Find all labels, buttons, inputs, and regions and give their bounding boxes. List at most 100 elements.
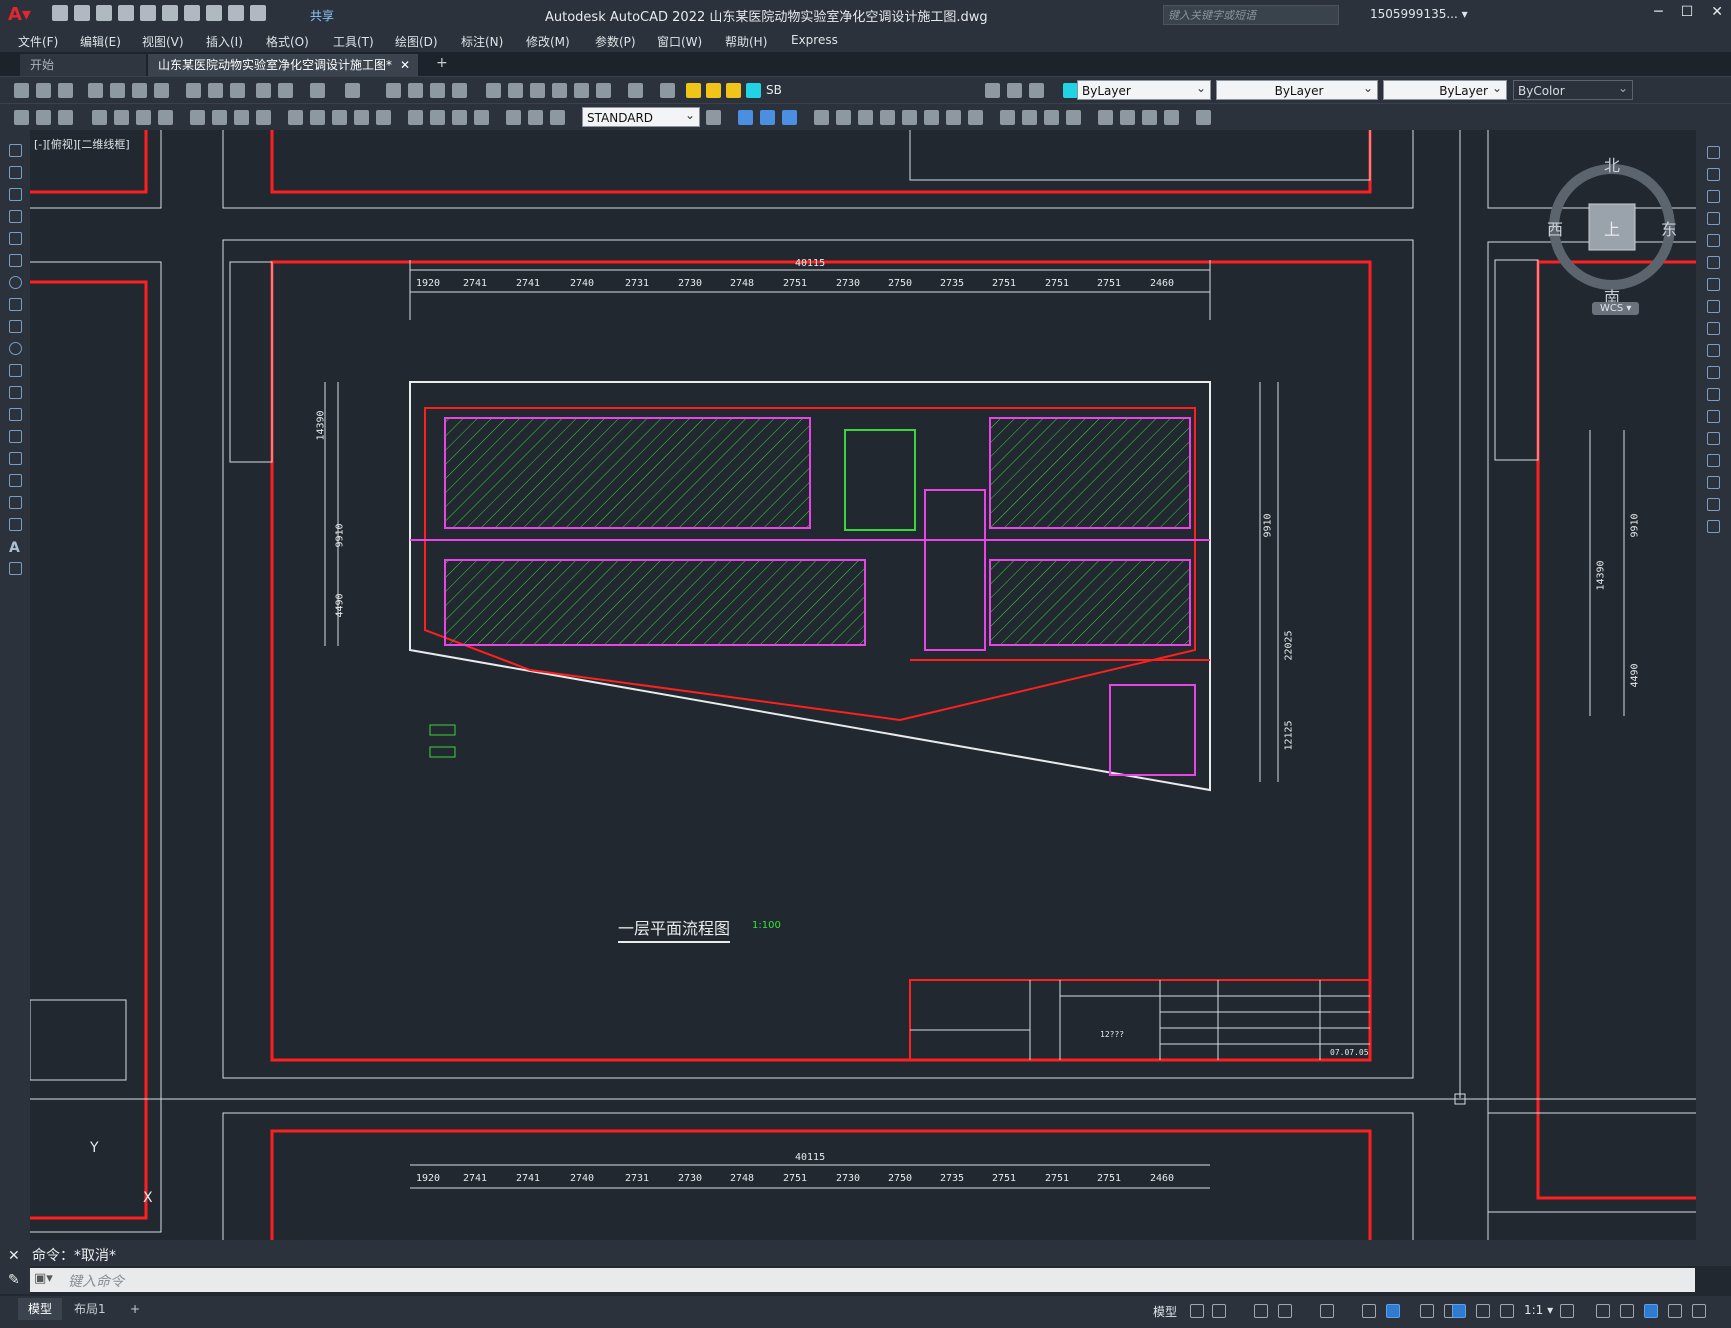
menu-file[interactable]: 文件(F) <box>18 33 58 50</box>
tolerance-icon[interactable] <box>408 110 423 125</box>
units-icon[interactable] <box>1620 1304 1634 1318</box>
maximize-icon[interactable]: ☐ <box>1681 4 1694 20</box>
undo-icon[interactable] <box>206 5 222 21</box>
linetype-dropdown[interactable]: ByLayer <box>1216 80 1378 100</box>
zoom-window-icon[interactable] <box>430 83 445 98</box>
dimension-text-edit-icon[interactable] <box>528 110 543 125</box>
fillet-icon[interactable] <box>1707 476 1720 489</box>
selection-cycling-icon[interactable] <box>1452 1304 1466 1318</box>
undo-icon[interactable] <box>310 83 325 98</box>
scale-icon[interactable] <box>1707 300 1720 313</box>
pan-icon[interactable] <box>386 83 401 98</box>
menu-help[interactable]: 帮助(H) <box>725 33 767 50</box>
section-icon[interactable] <box>1022 110 1037 125</box>
autocad-logo-icon[interactable]: A▾ <box>8 4 31 25</box>
view-cube-east[interactable]: 东 <box>1661 216 1677 240</box>
circle-icon[interactable] <box>9 276 22 289</box>
mirror-icon[interactable] <box>1707 190 1720 203</box>
blend-curves-icon[interactable] <box>1707 498 1720 511</box>
3d-move-icon[interactable] <box>814 110 829 125</box>
markup-icon[interactable] <box>574 83 589 98</box>
customize-status-icon[interactable] <box>1692 1304 1706 1318</box>
intersect-icon[interactable] <box>782 110 797 125</box>
drawing-canvas[interactable]: [-][俯视][二维线框] 40115 1920 2741 2741 2740 … <box>30 130 1696 1240</box>
polyline-icon[interactable] <box>9 188 22 201</box>
move-icon[interactable] <box>1707 256 1720 269</box>
view-cube-top[interactable]: 上 <box>1604 216 1620 240</box>
open-file-icon[interactable] <box>74 5 90 21</box>
dimension-edit-icon[interactable] <box>506 110 521 125</box>
model-space-toggle[interactable]: 模型 <box>1153 1303 1177 1320</box>
3d-rotate-icon[interactable] <box>836 110 851 125</box>
quick-properties-icon[interactable] <box>1644 1304 1658 1318</box>
table-icon[interactable] <box>9 518 22 531</box>
diameter-dimension-icon[interactable] <box>234 110 249 125</box>
break-icon[interactable] <box>1707 410 1720 423</box>
annotation-visibility-icon[interactable] <box>1476 1304 1490 1318</box>
make-block-icon[interactable] <box>9 408 22 421</box>
menu-parametric[interactable]: 参数(P) <box>595 33 636 50</box>
customize-command-icon[interactable]: ✎ <box>8 1272 20 1288</box>
ellipse-arc-icon[interactable] <box>9 364 22 377</box>
menu-dimension[interactable]: 标注(N) <box>461 33 503 50</box>
save-icon[interactable] <box>58 83 73 98</box>
dimension-break-icon[interactable] <box>376 110 391 125</box>
wcs-menu[interactable]: WCS ▾ <box>1592 302 1640 315</box>
quickcalc-icon[interactable] <box>596 83 611 98</box>
spline-icon[interactable] <box>9 320 22 333</box>
slice-icon[interactable] <box>1000 110 1015 125</box>
close-icon[interactable]: ✕ <box>1711 4 1723 20</box>
sheet-set-icon[interactable] <box>552 83 567 98</box>
separate-icon[interactable] <box>1098 110 1113 125</box>
workspace-gear-icon[interactable] <box>1560 1304 1574 1318</box>
radius-dimension-icon[interactable] <box>190 110 205 125</box>
check-icon[interactable] <box>1142 110 1157 125</box>
join-icon[interactable] <box>1707 432 1720 445</box>
command-line-handle[interactable]: ✕ ✎ <box>0 1242 30 1294</box>
layer-lock-icon[interactable] <box>726 83 741 98</box>
move-faces-icon[interactable] <box>946 110 961 125</box>
clean-icon[interactable] <box>1164 110 1179 125</box>
dimension-space-icon[interactable] <box>354 110 369 125</box>
explode-icon[interactable] <box>1707 520 1720 533</box>
menu-window[interactable]: 窗口(W) <box>657 33 702 50</box>
gradient-icon[interactable] <box>9 474 22 487</box>
copy-object-icon[interactable] <box>1707 168 1720 181</box>
continue-dimension-icon[interactable] <box>332 110 347 125</box>
3d-print-icon[interactable] <box>154 83 169 98</box>
rectangle-icon[interactable] <box>9 232 22 245</box>
point-icon[interactable] <box>9 430 22 443</box>
tool-palettes-icon[interactable] <box>530 83 545 98</box>
grid-icon[interactable] <box>1190 1304 1204 1318</box>
lineweight-icon[interactable] <box>1420 1304 1434 1318</box>
zoom-previous-icon[interactable] <box>452 83 467 98</box>
ellipse-icon[interactable] <box>9 342 22 355</box>
menu-format[interactable]: 格式(O) <box>266 33 309 50</box>
cut-icon[interactable] <box>186 83 201 98</box>
subtract-icon[interactable] <box>760 110 775 125</box>
revision-cloud-icon[interactable] <box>9 298 22 311</box>
center-mark-icon[interactable] <box>430 110 445 125</box>
save-as-icon[interactable] <box>118 5 134 21</box>
help-icon[interactable] <box>628 83 643 98</box>
auto-scale-icon[interactable] <box>1500 1304 1514 1318</box>
arc-icon[interactable] <box>9 254 22 267</box>
save-web-icon[interactable] <box>162 5 178 21</box>
open-icon[interactable] <box>36 83 51 98</box>
erase-icon[interactable] <box>1707 146 1720 159</box>
menu-express[interactable]: Express <box>791 33 838 47</box>
close-command-icon[interactable]: ✕ <box>8 1248 20 1264</box>
ortho-icon[interactable] <box>1254 1304 1268 1318</box>
layer-match-icon[interactable] <box>14 110 29 125</box>
tab-start[interactable]: 开始 <box>20 54 146 76</box>
plot-preview-icon[interactable] <box>110 83 125 98</box>
match-properties-icon[interactable] <box>256 83 271 98</box>
3d-align-icon[interactable] <box>858 110 873 125</box>
add-selected-icon[interactable] <box>9 562 22 575</box>
construction-line-icon[interactable] <box>9 166 22 179</box>
dimstyle-dropdown[interactable]: STANDARD <box>582 107 700 127</box>
union-icon[interactable] <box>738 110 753 125</box>
redo-icon[interactable] <box>345 83 360 98</box>
chamfer-icon[interactable] <box>1707 454 1720 467</box>
break-at-point-icon[interactable] <box>1707 388 1720 401</box>
